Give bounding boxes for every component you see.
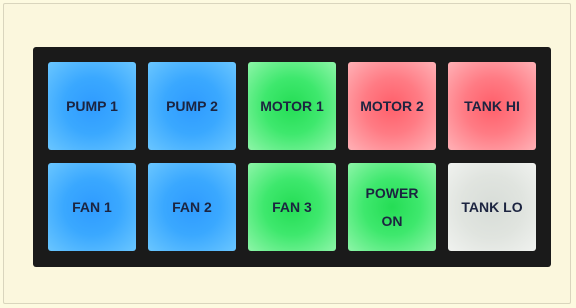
- pump-2-button[interactable]: PUMP 2: [148, 62, 236, 150]
- tank-hi-button[interactable]: TANK HI: [448, 62, 536, 150]
- fan-3-button[interactable]: FAN 3: [248, 163, 336, 251]
- power-on-button[interactable]: POWER ON: [348, 163, 436, 251]
- button-panel: PUMP 1 PUMP 2 MOTOR 1 MOTOR 2 TANK HI FA…: [33, 47, 551, 267]
- fan-2-button[interactable]: FAN 2: [148, 163, 236, 251]
- motor-1-button[interactable]: MOTOR 1: [248, 62, 336, 150]
- tank-lo-button[interactable]: TANK LO: [448, 163, 536, 251]
- fan-1-button[interactable]: FAN 1: [48, 163, 136, 251]
- motor-2-button[interactable]: MOTOR 2: [348, 62, 436, 150]
- pump-1-button[interactable]: PUMP 1: [48, 62, 136, 150]
